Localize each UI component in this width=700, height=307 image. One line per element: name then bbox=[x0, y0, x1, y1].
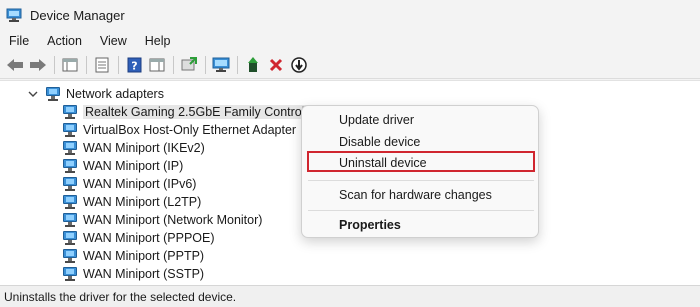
menu-item-update-driver[interactable]: Update driver bbox=[339, 113, 414, 127]
title-bar: Device Manager bbox=[0, 0, 700, 30]
device-label: WAN Miniport (PPPOE) bbox=[83, 231, 215, 245]
category-label: Network adapters bbox=[66, 87, 164, 101]
network-adapter-icon bbox=[62, 249, 78, 263]
disable-device-icon[interactable] bbox=[288, 54, 310, 76]
menu-item-disable-device[interactable]: Disable device bbox=[339, 135, 420, 149]
tree-item-device[interactable]: WAN Miniport (L2TP) bbox=[62, 193, 201, 211]
toolbar-separator bbox=[86, 56, 87, 74]
menu-separator bbox=[308, 180, 534, 181]
network-adapter-icon bbox=[62, 195, 78, 209]
menu-action[interactable]: Action bbox=[38, 34, 91, 48]
scan-hardware-icon[interactable] bbox=[210, 54, 232, 76]
network-adapter-icon bbox=[62, 141, 78, 155]
network-adapter-icon bbox=[62, 213, 78, 227]
tree-item-device[interactable]: WAN Miniport (IP) bbox=[62, 157, 183, 175]
network-adapter-icon bbox=[62, 231, 78, 245]
device-label: VirtualBox Host-Only Ethernet Adapter bbox=[83, 123, 297, 137]
tree-item-device[interactable]: VirtualBox Host-Only Ethernet Adapter bbox=[62, 121, 296, 139]
menu-item-uninstall-device[interactable]: Uninstall device bbox=[339, 156, 427, 170]
device-label: WAN Miniport (IPv6) bbox=[83, 177, 197, 191]
tree-item-device[interactable]: WAN Miniport (IPv6) bbox=[62, 175, 196, 193]
tree-category-network-adapters[interactable]: Network adapters bbox=[27, 85, 164, 103]
device-manager-icon bbox=[6, 8, 22, 22]
tree-item-device[interactable]: WAN Miniport (SSTP) bbox=[62, 265, 204, 283]
uninstall-device-icon[interactable] bbox=[265, 54, 287, 76]
tree-item-device[interactable]: WAN Miniport (PPPOE) bbox=[62, 229, 215, 247]
menu-bar: File Action View Help bbox=[0, 30, 700, 52]
menu-file[interactable]: File bbox=[0, 34, 38, 48]
tree-item-device[interactable]: WAN Miniport (PPTP) bbox=[62, 247, 204, 265]
device-label: WAN Miniport (IKEv2) bbox=[83, 141, 205, 155]
device-label: WAN Miniport (IP) bbox=[83, 159, 184, 173]
toolbar-separator bbox=[54, 56, 55, 74]
network-adapter-icon bbox=[62, 123, 78, 137]
network-adapter-icon bbox=[62, 177, 78, 191]
network-adapter-icon bbox=[62, 267, 78, 281]
toolbar-separator bbox=[237, 56, 238, 74]
status-text: Uninstalls the driver for the selected d… bbox=[4, 289, 237, 304]
device-label: WAN Miniport (PPTP) bbox=[83, 249, 205, 263]
back-arrow-icon[interactable] bbox=[4, 54, 26, 76]
action-pane-icon[interactable] bbox=[146, 54, 168, 76]
status-bar: Uninstalls the driver for the selected d… bbox=[0, 285, 700, 307]
network-adapter-icon bbox=[45, 87, 61, 101]
chevron-down-icon[interactable] bbox=[27, 88, 39, 100]
menu-help[interactable]: Help bbox=[136, 34, 180, 48]
toolbar-separator bbox=[118, 56, 119, 74]
device-label: Realtek Gaming 2.5GbE Family Controller bbox=[83, 105, 321, 119]
menu-item-properties[interactable]: Properties bbox=[339, 218, 401, 232]
toolbar-separator bbox=[205, 56, 206, 74]
device-label: WAN Miniport (SSTP) bbox=[83, 267, 205, 281]
svg-text:?: ? bbox=[131, 60, 137, 73]
menu-item-scan-hardware[interactable]: Scan for hardware changes bbox=[339, 188, 492, 202]
tree-item-device[interactable]: WAN Miniport (Network Monitor) bbox=[62, 211, 262, 229]
menu-view[interactable]: View bbox=[91, 34, 136, 48]
window-title: Device Manager bbox=[30, 7, 125, 23]
enable-device-icon[interactable] bbox=[242, 54, 264, 76]
device-label: WAN Miniport (Network Monitor) bbox=[83, 213, 263, 227]
tree-item-device[interactable]: Realtek Gaming 2.5GbE Family Controller bbox=[62, 103, 321, 121]
menu-separator bbox=[308, 210, 534, 211]
forward-arrow-icon[interactable] bbox=[27, 54, 49, 76]
tree-item-device[interactable]: WAN Miniport (IKEv2) bbox=[62, 139, 205, 157]
toolbar-separator bbox=[173, 56, 174, 74]
device-label: WAN Miniport (L2TP) bbox=[83, 195, 202, 209]
network-adapter-icon bbox=[62, 159, 78, 173]
network-adapter-icon bbox=[62, 105, 78, 119]
context-menu: Update driver Disable device Uninstall d… bbox=[301, 105, 539, 238]
toolbar: ? bbox=[0, 52, 700, 79]
show-hide-tree-icon[interactable] bbox=[59, 54, 81, 76]
help-icon[interactable]: ? bbox=[123, 54, 145, 76]
properties-icon[interactable] bbox=[91, 54, 113, 76]
update-driver-icon[interactable] bbox=[178, 54, 200, 76]
